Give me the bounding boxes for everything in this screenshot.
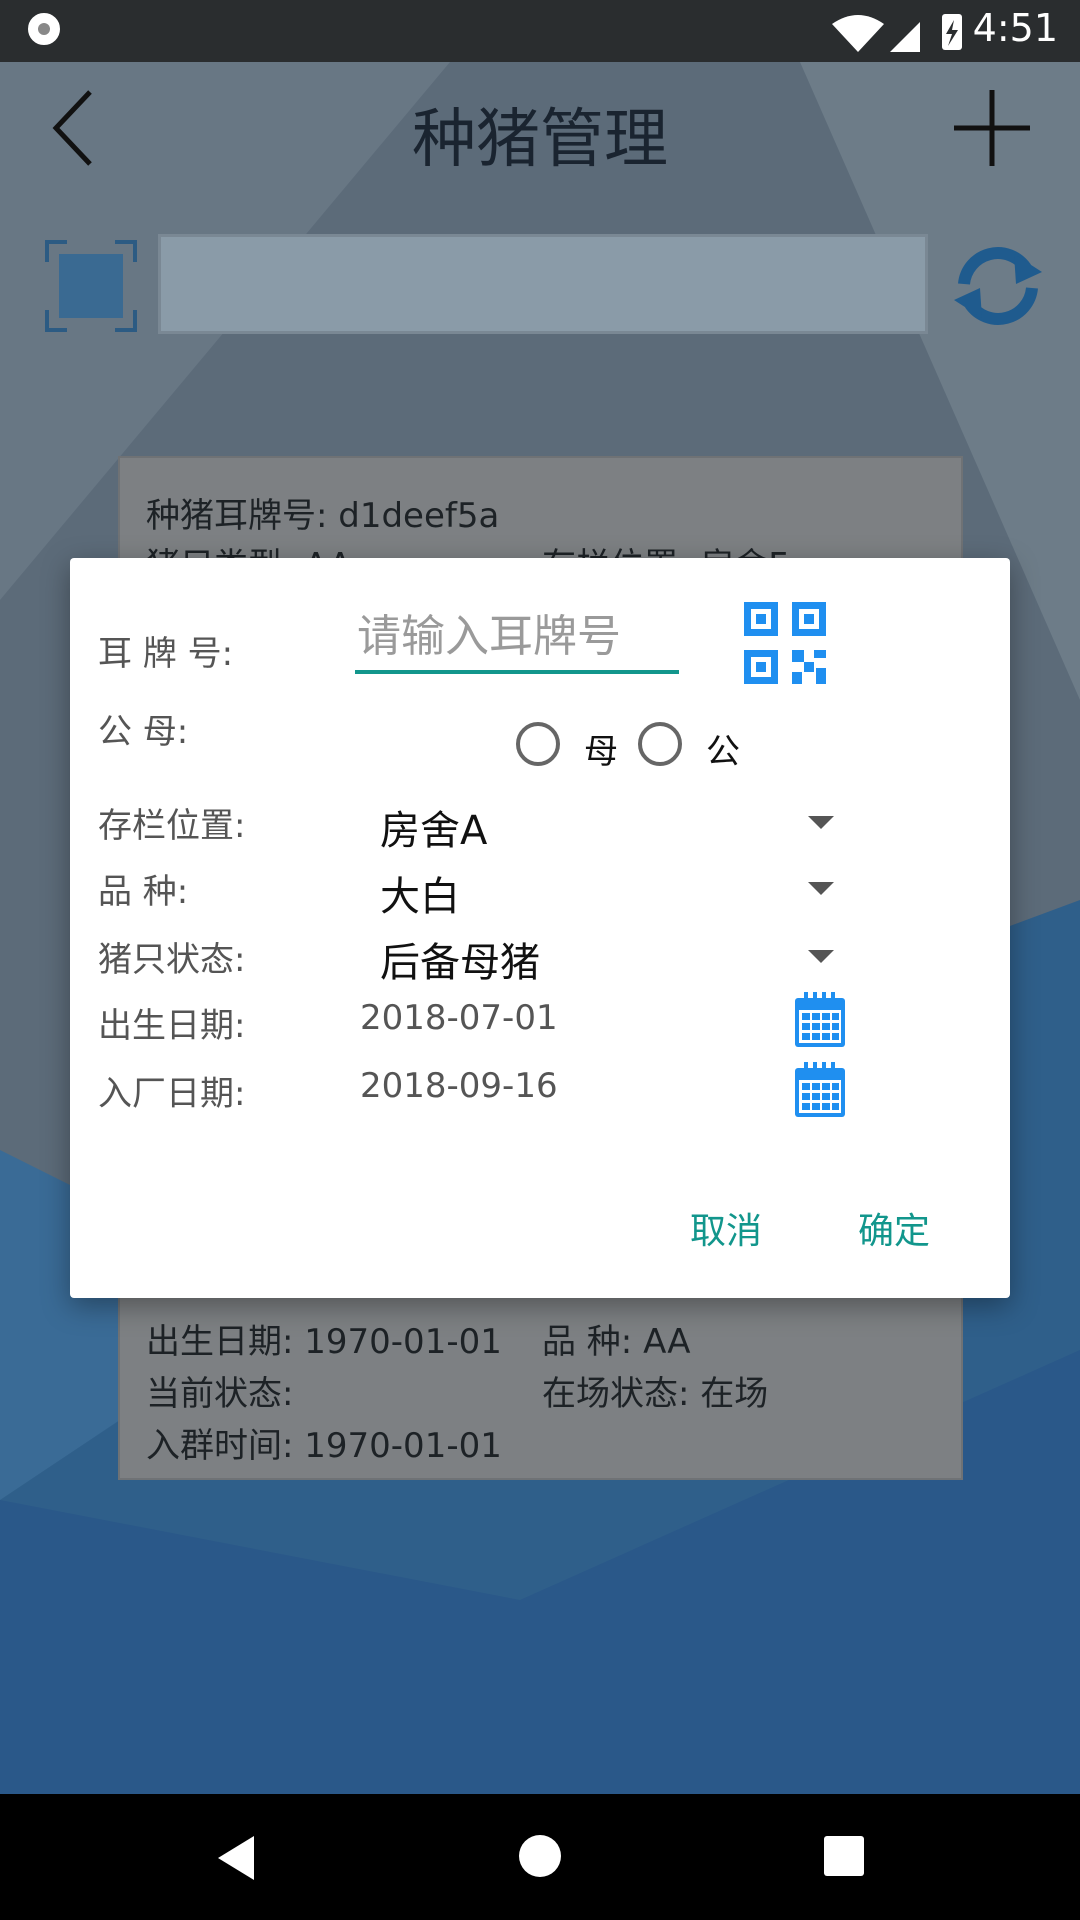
sex-label: 公 母: xyxy=(98,712,189,752)
signal-icons xyxy=(832,14,962,52)
birth-calendar-icon[interactable] xyxy=(794,992,846,1048)
pen-dropdown-icon[interactable] xyxy=(808,816,834,829)
pen-label: 存栏位置: xyxy=(98,806,246,846)
birth-date-value[interactable]: 2018-07-01 xyxy=(360,998,558,1038)
card-breed: 品 种: AA xyxy=(542,1322,691,1362)
breed-select-value[interactable]: 大白 xyxy=(380,864,460,922)
card-pen-location: 存栏位置: 房舍F xyxy=(542,538,788,560)
radio-male[interactable] xyxy=(638,722,682,766)
system-nav-bar xyxy=(0,1794,1080,1920)
status-bar: 4:51 xyxy=(0,0,1080,62)
status-label: 猪只状态: xyxy=(98,940,246,980)
birth-date-label: 出生日期: xyxy=(98,1006,246,1046)
entry-date-value[interactable]: 2018-09-16 xyxy=(360,1066,558,1106)
nav-recents-icon[interactable] xyxy=(824,1836,864,1876)
card-birth-date: 出生日期: 1970-01-01 xyxy=(146,1322,502,1362)
breed-label: 品 种: xyxy=(98,872,189,912)
card-ear-tag: 种猪耳牌号: d1deef5a xyxy=(146,496,500,536)
entry-date-label: 入厂日期: xyxy=(98,1074,246,1114)
nav-back-icon[interactable] xyxy=(214,1834,258,1882)
scan-icon[interactable] xyxy=(45,240,137,332)
notification-icon xyxy=(28,13,60,45)
entry-calendar-icon[interactable] xyxy=(794,1062,846,1118)
radio-male-label: 公 xyxy=(706,732,740,772)
card-on-site-status: 在场状态: 在场 xyxy=(542,1374,769,1414)
ear-tag-label: 耳 牌 号: xyxy=(98,634,234,674)
nav-home-icon[interactable] xyxy=(518,1834,562,1878)
confirm-button[interactable]: 确定 xyxy=(858,1202,930,1254)
add-icon[interactable] xyxy=(952,88,1032,168)
radio-female-label: 母 xyxy=(584,732,618,772)
card-current-status: 当前状态: xyxy=(146,1374,294,1414)
breed-dropdown-icon[interactable] xyxy=(808,882,834,895)
status-dropdown-icon[interactable] xyxy=(808,950,834,963)
card-join-time: 入群时间: 1970-01-01 xyxy=(146,1426,502,1466)
card-pig-type: 猪只类型: AA xyxy=(146,538,352,560)
status-time: 4:51 xyxy=(972,6,1058,50)
ear-tag-input[interactable] xyxy=(355,610,679,674)
page-title: 种猪管理 xyxy=(412,103,668,177)
edit-pig-dialog: 耳 牌 号: 公 母: 母 公 存栏位置: 房舍A 品 种: 大白 猪只状态: … xyxy=(70,558,1010,1298)
refresh-icon[interactable] xyxy=(950,244,1046,328)
search-input[interactable] xyxy=(158,234,928,334)
cancel-button[interactable]: 取消 xyxy=(690,1202,762,1254)
status-select-value[interactable]: 后备母猪 xyxy=(380,930,540,988)
qr-code-icon[interactable] xyxy=(744,602,826,684)
radio-female[interactable] xyxy=(516,722,560,766)
pen-select-value[interactable]: 房舍A xyxy=(380,798,487,856)
